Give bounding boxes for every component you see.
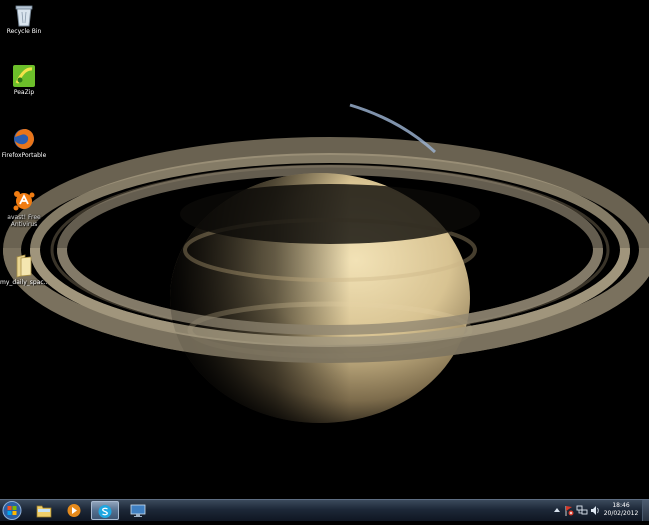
- desktop-icon-peazip[interactable]: PeaZip: [0, 64, 48, 96]
- desktop-icon-label: PeaZip: [13, 89, 35, 96]
- show-hidden-icons-icon[interactable]: [554, 508, 560, 512]
- clock-date: 20/02/2012: [603, 510, 639, 517]
- clock-time: 18:46: [612, 502, 630, 509]
- monitor-icon: [130, 504, 146, 517]
- folder-icon: [36, 505, 52, 518]
- desktop-icon-avast[interactable]: avast! Free Antivirus: [0, 189, 48, 228]
- windows-start-icon: [2, 501, 22, 520]
- network-icon[interactable]: [576, 505, 588, 515]
- media-player-icon: [67, 504, 81, 517]
- desktop-icon-label: FirefoxPortable: [1, 152, 47, 159]
- volume-icon[interactable]: [591, 506, 599, 515]
- taskbar-button-windows-explorer[interactable]: [30, 501, 58, 520]
- saturn-wallpaper: [0, 0, 649, 499]
- action-center-flag-icon[interactable]: [565, 506, 574, 516]
- desktop-icon-folder[interactable]: my_daily_spac...: [0, 254, 48, 286]
- taskbar-button-remote-desktop[interactable]: [124, 501, 152, 520]
- folder-icon: [16, 254, 32, 278]
- desktop-icon-label: my_daily_spac...: [0, 279, 48, 286]
- desktop-icon-recycle-bin[interactable]: Recycle Bin: [0, 3, 48, 35]
- desktop-icon-label: avast! Free Antivirus: [7, 214, 41, 228]
- taskbar-button-media-player[interactable]: [60, 501, 88, 520]
- avast-icon: [13, 191, 35, 211]
- skype-icon: [98, 505, 112, 518]
- system-tray: [551, 500, 601, 521]
- peazip-icon: [13, 65, 35, 87]
- start-button[interactable]: [1, 500, 23, 521]
- desktop-icons: Recycle Bin PeaZip FirefoxPortable avast…: [0, 0, 50, 300]
- desktop-icon-label: Recycle Bin: [6, 28, 42, 35]
- desktop-icon-firefox[interactable]: FirefoxPortable: [0, 127, 48, 159]
- taskbar-button-skype[interactable]: [91, 501, 119, 520]
- taskbar-clock[interactable]: 18:46 20/02/2012: [603, 502, 639, 518]
- show-desktop-button[interactable]: [642, 500, 649, 521]
- firefox-icon: [14, 129, 34, 149]
- taskbar: 18:46 20/02/2012: [0, 499, 649, 521]
- recycle-bin-icon: [15, 5, 33, 27]
